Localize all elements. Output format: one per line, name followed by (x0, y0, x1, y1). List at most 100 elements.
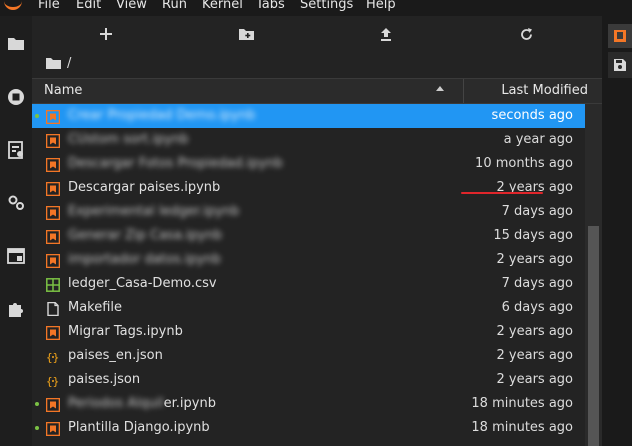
notebook-icon (45, 181, 61, 197)
file-modified: 18 minutes ago (471, 396, 573, 411)
file-modified: 7 days ago (501, 204, 573, 219)
extension-icon[interactable] (6, 299, 26, 319)
upload-button[interactable] (375, 24, 397, 44)
file-name: Descargar paises.ipynb (68, 180, 221, 195)
json-file-icon: {} (46, 349, 60, 364)
running-indicator (35, 426, 39, 430)
menu-file[interactable]: File (38, 0, 60, 12)
file-name-redacted: Periodos Alquil (68, 396, 164, 411)
notebook-icon (45, 133, 61, 149)
menu-view[interactable]: View (116, 0, 147, 12)
notebook-icon (614, 30, 626, 42)
notebook-icon (45, 157, 61, 173)
file-name: Periodos Alquiler.ipynb (68, 396, 216, 411)
sort-ascending-icon (436, 86, 444, 91)
file-modified: 7 days ago (501, 276, 573, 291)
file-list-header: Name Last Modified (32, 78, 602, 104)
menu-run[interactable]: Run (162, 0, 187, 12)
column-header-name[interactable]: Name (44, 83, 82, 98)
file-row[interactable]: Makefile 6 days ago (32, 296, 585, 320)
upload-icon (381, 27, 391, 41)
new-folder-icon (238, 29, 254, 40)
menu-settings[interactable]: Settings (300, 0, 353, 12)
file-modified: a year ago (503, 132, 573, 147)
notebook-icon (45, 421, 61, 437)
save-button[interactable] (608, 52, 632, 78)
file-name: CUstom sort.ipynb (68, 132, 189, 147)
column-header-last-modified[interactable]: Last Modified (501, 83, 588, 98)
file-row[interactable]: Plantilla Django.ipynb 18 minutes ago (32, 416, 585, 440)
spreadsheet-icon (46, 277, 60, 292)
file-modified: seconds ago (491, 108, 573, 123)
file-row[interactable]: ledger_Casa-Demo.csv 7 days ago (32, 272, 585, 296)
file-modified: 10 months ago (475, 156, 573, 171)
file-list: Crear Propiedad Demo.ipynb seconds ago CUs… (32, 104, 602, 446)
file-list-scrollbar[interactable] (585, 104, 602, 446)
notebook-icon (45, 397, 61, 413)
file-name: ledger_Casa-Demo.csv (68, 276, 217, 291)
file-modified: 2 years ago (496, 324, 573, 339)
file-name: Migrar Tags.ipynb (68, 324, 183, 339)
refresh-button[interactable] (515, 24, 537, 44)
breadcrumb: / (46, 54, 71, 72)
notebook-icon (45, 109, 61, 125)
file-row[interactable]: {} paises.json 2 years ago (32, 368, 585, 392)
file-row[interactable]: Migrar Tags.ipynb 2 years ago (32, 320, 585, 344)
new-launcher-button[interactable] (95, 24, 117, 44)
menu-help[interactable]: Help (366, 0, 396, 12)
file-row[interactable]: Descargar paises.ipynb 2 years ago (32, 176, 585, 200)
notebook-icon (45, 325, 61, 341)
running-indicator (35, 114, 39, 118)
file-name: Crear Propiedad Demo.ipynb (68, 108, 256, 123)
running-indicator (35, 402, 39, 406)
home-folder-icon[interactable] (46, 57, 61, 69)
column-divider[interactable] (463, 79, 464, 103)
refresh-icon (520, 27, 532, 40)
menu-edit[interactable]: Edit (76, 0, 101, 12)
file-name-visible: er.ipynb (163, 396, 216, 411)
jupyter-logo (4, 0, 22, 10)
file-browser-toolbar (32, 16, 602, 52)
file-modified: 18 minutes ago (471, 420, 573, 435)
json-file-icon: {} (46, 373, 60, 388)
file-row[interactable]: importador datos.ipynb 2 years ago (32, 248, 585, 272)
file-modified: 2 years ago (496, 372, 573, 387)
gears-icon[interactable] (6, 193, 26, 213)
file-browser: / Name Last Modified Crear Propiedad Dem… (32, 16, 602, 446)
file-name: importador datos.ipynb (68, 252, 221, 267)
scrollbar-thumb[interactable] (588, 226, 599, 446)
file-row[interactable]: Crear Propiedad Demo.ipynb seconds ago (32, 104, 585, 128)
file-row[interactable]: Generar Zip Casa.ipynb 15 days ago (32, 224, 585, 248)
breadcrumb-path[interactable]: / (67, 56, 71, 71)
file-row[interactable]: Periodos Alquiler.ipynb 18 minutes ago (32, 392, 585, 416)
file-name: Plantilla Django.ipynb (68, 420, 210, 435)
notebook-icon (45, 229, 61, 245)
file-name: Descargar Fotos Propiedad.ipynb (68, 156, 283, 171)
file-row[interactable]: Descargar Fotos Propiedad.ipynb 10 months… (32, 152, 585, 176)
menu-tabs[interactable]: Tabs (256, 0, 285, 12)
save-icon (614, 59, 626, 71)
notebook-icon (45, 205, 61, 221)
notebook-tab[interactable] (608, 24, 632, 48)
file-row[interactable]: Experimental ledger.ipynb 7 days ago (32, 200, 585, 224)
file-row[interactable]: {} paises_en.json 2 years ago (32, 344, 585, 368)
menu-kernel[interactable]: Kernel (202, 0, 243, 12)
file-name: Generar Zip Casa.ipynb (68, 228, 222, 243)
new-folder-button[interactable] (235, 24, 257, 44)
menu-bar: File Edit View Run Kernel Tabs Settings … (0, 0, 632, 16)
file-row[interactable]: CUstom sort.ipynb a year ago (32, 128, 585, 152)
file-modified: 2 years ago (496, 252, 573, 267)
file-modified: 6 days ago (501, 300, 573, 315)
main-dock-area (602, 16, 632, 446)
tabs-icon[interactable] (6, 246, 26, 266)
file-modified: 2 years ago (496, 348, 573, 363)
file-name: Makefile (68, 300, 123, 315)
file-name: Experimental ledger.ipynb (68, 204, 240, 219)
file-modified: 15 days ago (493, 228, 573, 243)
command-palette-icon[interactable] (6, 140, 26, 160)
file-name: paises.json (68, 372, 141, 387)
stop-circle-icon[interactable] (6, 87, 26, 107)
notebook-icon (45, 253, 61, 269)
folder-icon[interactable] (6, 33, 26, 53)
annotation-underline (461, 192, 543, 194)
